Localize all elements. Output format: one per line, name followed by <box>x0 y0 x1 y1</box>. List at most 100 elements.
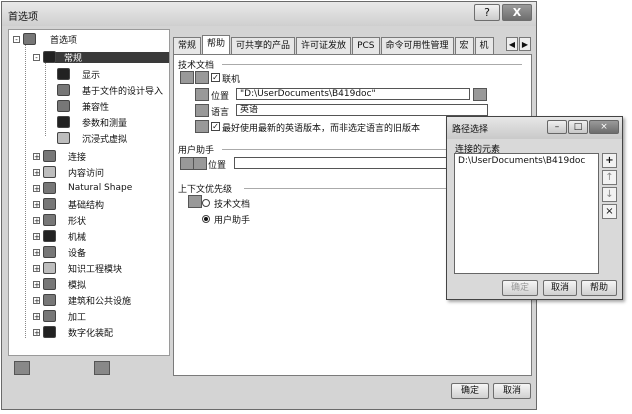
expand-icon[interactable]: + <box>33 200 40 208</box>
tab-help[interactable]: 帮助 <box>202 35 231 54</box>
content-access-icon <box>43 166 56 178</box>
tree-connector <box>45 54 46 136</box>
connected-elements-list[interactable]: D:\UserDocuments\B419doc <box>454 153 599 274</box>
tab-more[interactable]: 机 <box>474 37 494 54</box>
remove-icon[interactable]: × <box>602 204 617 219</box>
expand-icon[interactable]: + <box>33 280 40 288</box>
tree-item[interactable]: + 基础结构 <box>33 197 104 211</box>
expand-icon[interactable]: + <box>33 328 40 336</box>
knowledge-icon <box>43 262 56 274</box>
tab-licensing[interactable]: 许可证发放 <box>296 37 352 54</box>
expand-icon[interactable]: + <box>33 232 40 240</box>
language-lock-icon <box>195 104 209 117</box>
dialog-cancel-button[interactable]: 取消 <box>543 280 577 296</box>
tree-item[interactable]: + 加工 <box>33 309 86 323</box>
expand-icon[interactable]: + <box>33 216 40 224</box>
location-field[interactable]: "D:\UserDocuments\B419doc" <box>236 88 470 100</box>
expand-icon[interactable]: + <box>33 296 40 304</box>
dialog-close-icon[interactable]: × <box>589 120 619 134</box>
tree-item[interactable]: + 建筑和公共设施 <box>33 293 131 307</box>
english-checkbox[interactable]: ✓ <box>211 122 220 131</box>
tree-item[interactable]: + 数字化装配 <box>33 325 113 339</box>
tab-scroll-left-icon[interactable]: ◀ <box>506 37 518 51</box>
section-user-assistant-title: 用户助手 <box>178 146 215 156</box>
tree-item-root[interactable]: - 首选项 <box>13 32 77 46</box>
equipment-icon <box>43 246 56 258</box>
minimize-icon[interactable]: – <box>547 120 567 134</box>
compatibility-icon <box>57 100 70 112</box>
window-title: 首选项 <box>8 12 38 23</box>
ok-button[interactable]: 确定 <box>451 383 489 399</box>
language-value: 英语 <box>240 105 259 115</box>
expand-icon[interactable]: + <box>33 312 40 320</box>
tree-item-display[interactable]: 显示 <box>57 67 100 81</box>
tree-item-immersive[interactable]: 沉浸式虚拟 <box>57 131 127 145</box>
ua-location-field[interactable] <box>234 157 454 169</box>
divider <box>222 64 522 65</box>
section-tech-docs-title: 技术文档 <box>178 61 215 71</box>
tree-item-parameters[interactable]: 参数和测量 <box>57 115 127 129</box>
file-import-icon <box>57 84 70 96</box>
browse-folder-icon[interactable] <box>473 88 487 101</box>
dialog-help-button[interactable]: 帮助 <box>581 280 617 296</box>
maximize-icon[interactable]: □ <box>568 120 588 134</box>
priority-radio-user-assistant[interactable] <box>202 215 210 223</box>
tab-shareable-products[interactable]: 可共享的产品 <box>231 37 296 54</box>
tree-item[interactable]: + 机械 <box>33 229 86 243</box>
tree-item[interactable]: + 连接 <box>33 149 86 163</box>
connect-checkbox[interactable]: ✓ <box>211 73 220 82</box>
expand-icon[interactable]: + <box>33 264 40 272</box>
import-settings-icon[interactable] <box>14 361 30 375</box>
natural-shape-icon <box>43 182 56 194</box>
tab-command-availability[interactable]: 命令可用性管理 <box>380 37 454 54</box>
collapse-icon[interactable]: - <box>13 35 20 43</box>
tree-item[interactable]: + 形状 <box>33 213 86 227</box>
machining-icon <box>43 310 56 322</box>
tree-item[interactable]: + 设备 <box>33 245 86 259</box>
tab-scroll-right-icon[interactable]: ▶ <box>519 37 531 51</box>
cancel-button[interactable]: 取消 <box>493 383 531 399</box>
priority-radio-tech-docs[interactable] <box>202 199 210 207</box>
ua-location-label: 位置 <box>208 161 227 171</box>
move-up-icon[interactable]: ↑ <box>602 170 617 185</box>
expand-icon[interactable]: + <box>33 184 40 192</box>
preferences-icon <box>23 33 36 45</box>
expand-icon[interactable]: + <box>33 152 40 160</box>
tab-general[interactable]: 常规 <box>173 37 202 54</box>
tree-item[interactable]: + Natural Shape <box>33 181 132 195</box>
expand-icon[interactable]: + <box>33 248 40 256</box>
tree-item-file-import[interactable]: 基于文件的设计导入 <box>57 83 163 97</box>
tab-macros[interactable]: 宏 <box>454 37 474 54</box>
move-down-icon[interactable]: ↓ <box>602 187 617 202</box>
tab-pcs[interactable]: PCS <box>352 37 380 54</box>
tree-item[interactable]: + 内容访问 <box>33 165 104 179</box>
close-button[interactable]: X <box>502 4 532 21</box>
infrastructure-icon <box>43 198 56 210</box>
list-item[interactable]: D:\UserDocuments\B419doc <box>458 156 585 166</box>
tree-item-compatibility[interactable]: 兼容性 <box>57 99 109 113</box>
immersive-icon <box>57 132 70 144</box>
expand-icon[interactable]: + <box>33 168 40 176</box>
export-settings-icon[interactable] <box>94 361 110 375</box>
connect-icon <box>180 71 194 84</box>
add-icon[interactable]: + <box>602 153 617 168</box>
mechanical-icon <box>43 230 56 242</box>
connect-lock-icon <box>195 71 209 84</box>
language-label: 语言 <box>211 108 230 118</box>
general-icon <box>43 51 56 63</box>
user-assistant-icon <box>180 157 194 170</box>
tree-item[interactable]: + 知识工程模块 <box>33 261 122 275</box>
priority-option-tech-docs: 技术文档 <box>214 200 251 210</box>
collapse-icon[interactable]: - <box>33 53 40 61</box>
tree-item-general[interactable]: - 常规 <box>33 50 82 64</box>
dialog-ok-button[interactable]: 确定 <box>502 280 538 296</box>
shape-icon <box>43 214 56 226</box>
building-icon <box>43 294 56 306</box>
digital-mockup-icon <box>43 326 56 338</box>
section-context-priority-title: 上下文优先级 <box>178 185 233 195</box>
language-select[interactable]: 英语 <box>236 104 488 116</box>
help-button[interactable]: ? <box>474 4 500 21</box>
tree-item[interactable]: + 模拟 <box>33 277 86 291</box>
english-lock-icon <box>195 120 209 133</box>
display-icon <box>57 68 70 80</box>
